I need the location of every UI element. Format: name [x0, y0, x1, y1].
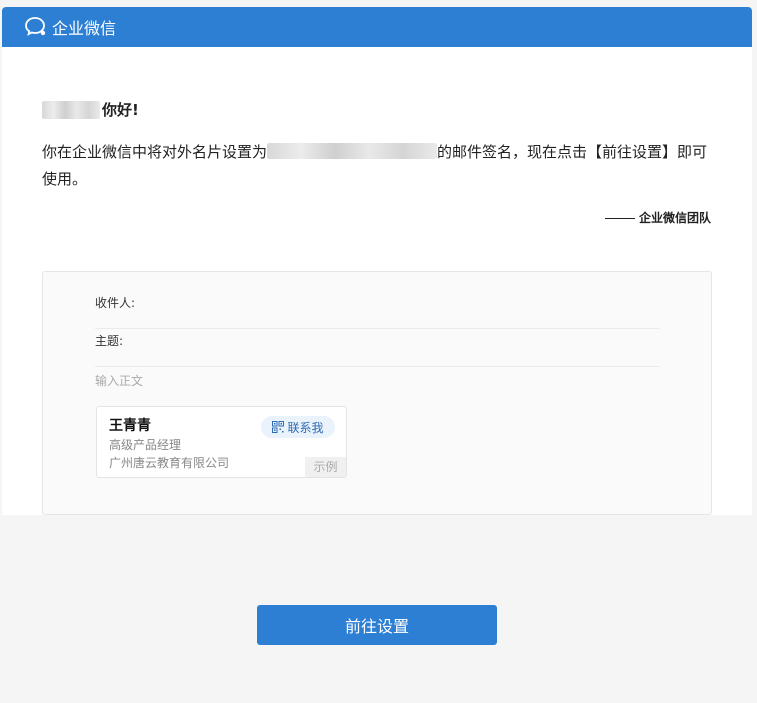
redacted-username	[42, 100, 100, 119]
business-card-sample: 王青青 高级产品经理 广州唐云教育有限公司 联系我 示例	[96, 406, 347, 478]
recipient-field: 收件人:	[95, 296, 660, 329]
greeting: 你好!	[42, 99, 139, 120]
card-title: 高级产品经理	[109, 438, 182, 452]
subject-field: 主题:	[95, 334, 660, 367]
wecom-logo-icon	[25, 17, 46, 36]
message-paragraph: 你在企业微信中将对外名片设置为 的邮件签名，现在点击【前往设置】即可使用。	[42, 139, 718, 193]
body-placeholder: 输入正文	[95, 374, 144, 388]
email-preview: 收件人: 主题: 输入正文 王青青 高级产品经理 广州唐云教育有限公司 联系我	[42, 271, 712, 515]
sample-tag: 示例	[305, 457, 346, 477]
app-title: 企业微信	[52, 19, 117, 38]
team-signature: 企业微信团队	[604, 209, 711, 226]
card-name: 王青青	[109, 418, 151, 434]
greeting-text: 你好!	[102, 101, 139, 119]
card-company: 广州唐云教育有限公司	[109, 456, 230, 470]
signature-dash	[604, 218, 635, 219]
contact-me-button: 联系我	[261, 416, 335, 438]
email-card: 你好! 你在企业微信中将对外名片设置为 的邮件签名，现在点击【前往设置】即可使用。…	[2, 47, 752, 515]
contact-label: 联系我	[287, 420, 324, 435]
qr-code-icon	[272, 421, 285, 433]
go-to-settings-button[interactable]: 前往设置	[257, 605, 497, 645]
signature-text: 企业微信团队	[638, 211, 711, 225]
redacted-card-name	[267, 143, 438, 159]
message-text-before: 你在企业微信中将对外名片设置为	[42, 143, 268, 161]
app-header: 企业微信	[2, 7, 752, 47]
